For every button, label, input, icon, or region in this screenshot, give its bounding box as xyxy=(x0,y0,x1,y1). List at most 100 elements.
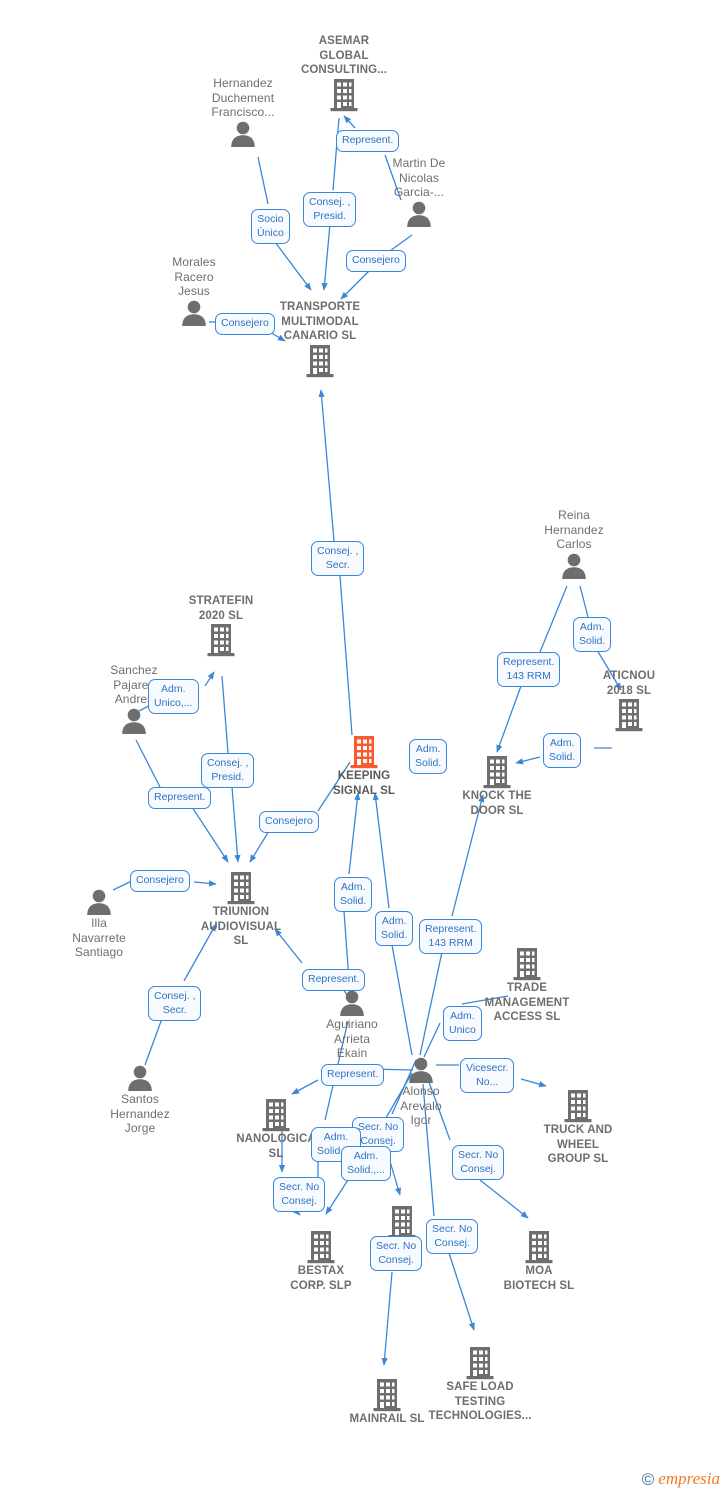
person-icon xyxy=(405,200,433,228)
edge-reina-admsolid xyxy=(579,585,589,618)
relation-label[interactable]: Adm. Unico,... xyxy=(148,679,199,714)
empresia-brand-text: empresia xyxy=(658,1469,720,1488)
relation-label[interactable]: Secr. No Consej. xyxy=(370,1236,423,1271)
node-caption: TRIUNION AUDIOVISUAL SL xyxy=(200,906,282,947)
graph-node-stratefin[interactable]: STRATEFIN 2020 SL xyxy=(161,594,281,657)
relation-label[interactable]: Adm. Solid. xyxy=(409,739,448,774)
node-caption: TRADE MANAGEMENT ACCESS SL xyxy=(484,982,570,1023)
relation-label[interactable]: Represent. xyxy=(321,1064,385,1086)
relation-label[interactable]: Vicesecr. No... xyxy=(460,1058,515,1093)
node-caption: TRUCK AND WHEEL GROUP SL xyxy=(543,1124,613,1165)
relation-label[interactable]: Represent. 143 RRM xyxy=(419,919,483,954)
relation-label[interactable]: Consej. , Presid. xyxy=(201,753,255,788)
node-caption: MAINRAIL SL xyxy=(349,1413,425,1425)
graph-node-reina[interactable]: Reina Hernandez Carlos xyxy=(514,508,634,580)
graph-node-trade[interactable]: TRADE MANAGEMENT ACCESS SL xyxy=(467,947,587,1025)
edge-represent143-knock xyxy=(496,685,522,753)
edge-hernandezd-socio xyxy=(257,156,269,205)
relation-label[interactable]: Represent. xyxy=(148,787,212,809)
node-caption: ASEMAR GLOBAL CONSULTING... xyxy=(300,35,388,76)
graph-node-illa[interactable]: Illa Navarrete Santiago xyxy=(39,888,159,960)
graph-node-bestax[interactable]: BESTAX CORP. SLP xyxy=(261,1230,381,1293)
company-building-icon xyxy=(349,735,379,769)
relation-label[interactable]: Consejero xyxy=(346,250,406,272)
node-caption: KNOCK THE DOOR SL xyxy=(462,790,532,817)
relation-label[interactable]: Adm. Solid. xyxy=(375,911,414,946)
graph-node-santos[interactable]: Santos Hernandez Jorge xyxy=(80,1064,200,1136)
edge-martin-consejero xyxy=(389,234,413,252)
edge-admsolid4-keeping xyxy=(372,792,390,909)
person-icon xyxy=(229,120,257,148)
node-caption: TRANSPORTE MULTIMODAL CANARIO SL xyxy=(279,301,361,342)
graph-node-truck[interactable]: TRUCK AND WHEEL GROUP SL xyxy=(518,1089,638,1167)
empresia-watermark: © empresia xyxy=(642,1470,720,1488)
edge-represent-asemar xyxy=(343,115,356,129)
graph-node-safeload[interactable]: SAFE LOAD TESTING TECHNOLOGIES... xyxy=(420,1346,540,1424)
relation-label[interactable]: Consej. , Secr. xyxy=(148,986,202,1021)
graph-node-martin[interactable]: Martin De Nicolas Garcia-... xyxy=(359,156,479,228)
relation-label[interactable]: Adm. Solid. xyxy=(543,733,582,768)
graph-node-transporte[interactable]: TRANSPORTE MULTIMODAL CANARIO SL xyxy=(260,300,380,378)
edge-represent3-nanologica xyxy=(291,1079,319,1095)
relation-label[interactable]: Secr. No Consej. xyxy=(273,1177,326,1212)
edge-admunico-stratefin xyxy=(204,671,215,687)
edge-represent-triunion xyxy=(191,806,229,863)
relation-label[interactable]: Represent. xyxy=(302,969,366,991)
person-icon xyxy=(560,552,588,580)
graph-node-knock[interactable]: KNOCK THE DOOR SL xyxy=(437,755,557,818)
node-caption: Illa Navarrete Santiago xyxy=(72,916,126,959)
node-caption: Alonso Arevalo Igor xyxy=(400,1084,442,1127)
edge-consejero-transporte xyxy=(340,270,370,300)
edge-secrnoconsej3-moa xyxy=(479,1179,529,1219)
graph-node-triunion[interactable]: TRIUNION AUDIOVISUAL SL xyxy=(181,871,301,949)
node-caption: KEEPING SIGNAL SL xyxy=(332,770,396,797)
node-caption: NANOLOGICA SL xyxy=(236,1133,316,1160)
person-icon xyxy=(180,299,208,327)
node-caption: Santos Hernandez Jorge xyxy=(110,1092,170,1135)
graph-node-hernandezd[interactable]: Hernandez Duchement Francisco... xyxy=(183,76,303,148)
relation-label[interactable]: Adm. Solid. xyxy=(573,617,612,652)
person-icon xyxy=(85,888,113,916)
graph-node-aguiriano[interactable]: Aguiriano Arrieta Ekain xyxy=(292,989,412,1061)
node-caption: BESTAX CORP. SLP xyxy=(290,1265,352,1292)
person-icon xyxy=(338,989,366,1017)
graph-node-aticnou[interactable]: ATICNOU 2018 SL xyxy=(569,669,689,732)
edge-secrnoconsej4-mainrail xyxy=(381,1271,393,1366)
network-graph-canvas[interactable]: ASEMAR GLOBAL CONSULTING... Hernandez Duc… xyxy=(0,0,728,1500)
relation-label[interactable]: Adm. Unico xyxy=(443,1006,482,1041)
relation-label[interactable]: Secr. No Consej. xyxy=(452,1145,505,1180)
relation-label[interactable]: Consej. , Presid. xyxy=(303,192,357,227)
node-caption: SAFE LOAD TESTING TECHNOLOGIES... xyxy=(428,1381,532,1422)
relation-label[interactable]: Consejero xyxy=(130,870,190,892)
company-building-icon xyxy=(482,755,512,789)
node-caption: Reina Hernandez Carlos xyxy=(544,508,604,551)
edge-sanchez-represent xyxy=(135,739,161,788)
edge-secrnoconsej5-safeload xyxy=(447,1249,475,1331)
edge-vicesecr-truck xyxy=(520,1078,547,1088)
relation-label[interactable]: Adm. Solid.,... xyxy=(341,1146,391,1181)
company-building-icon xyxy=(372,1378,402,1412)
relation-label[interactable]: Secr. No Consej. xyxy=(426,1219,479,1254)
edge-reina-represent143 xyxy=(539,585,568,653)
node-caption: Morales Racero Jesus xyxy=(172,255,216,298)
relation-label[interactable]: Consejero xyxy=(215,313,275,335)
relation-label[interactable]: Consej. , Secr. xyxy=(311,541,365,576)
company-building-icon xyxy=(563,1089,593,1123)
node-caption: ATICNOU 2018 SL xyxy=(602,670,656,697)
relation-label[interactable]: Socio Único xyxy=(251,209,290,244)
node-caption: Martin De Nicolas Garcia-... xyxy=(392,156,446,199)
edge-admsolid3-keeping xyxy=(348,792,361,875)
relation-label[interactable]: Adm. Solid. xyxy=(334,877,373,912)
relation-label[interactable]: Represent. xyxy=(336,130,400,152)
edge-keeping-consejsecr xyxy=(339,575,353,736)
relation-label[interactable]: Consejero xyxy=(259,811,319,833)
person-icon xyxy=(120,707,148,735)
node-caption: Aguiriano Arrieta Ekain xyxy=(326,1017,378,1060)
company-building-icon xyxy=(305,344,335,378)
graph-node-moa[interactable]: MOA BIOTECH SL xyxy=(479,1230,599,1293)
edge-socio-transporte xyxy=(271,237,312,291)
person-icon xyxy=(407,1056,435,1084)
relation-label[interactable]: Represent. 143 RRM xyxy=(497,652,561,687)
person-icon xyxy=(126,1064,154,1092)
graph-node-keeping[interactable]: KEEPING SIGNAL SL xyxy=(304,735,424,798)
